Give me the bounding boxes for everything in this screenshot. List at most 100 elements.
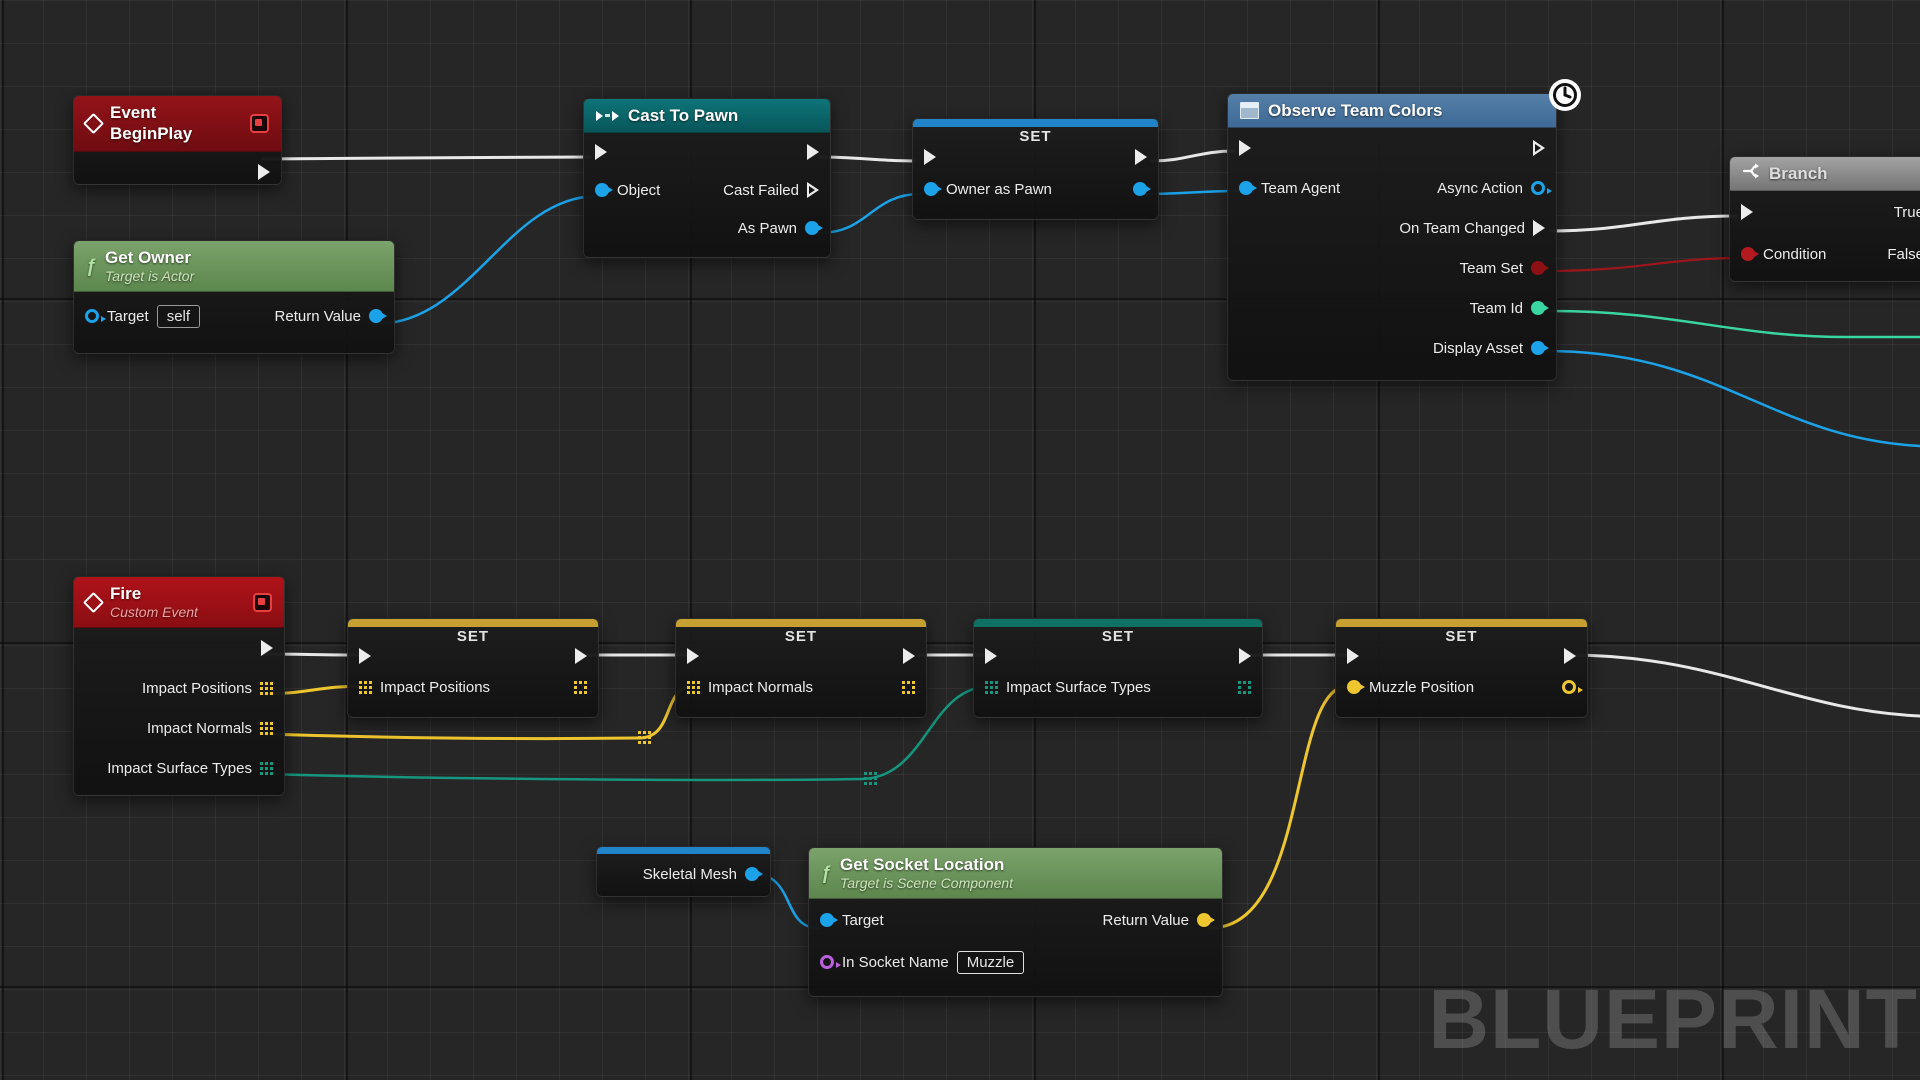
function-icon: ƒ xyxy=(86,257,96,275)
in-socket-name-label: In Socket Name xyxy=(842,954,949,971)
set-title: SET xyxy=(974,627,1262,645)
exec-in-pin[interactable] xyxy=(1347,648,1359,664)
exec-out-pin[interactable] xyxy=(1239,648,1251,664)
impact-positions-out-pin[interactable] xyxy=(574,681,587,694)
branch-header[interactable]: Branch xyxy=(1730,157,1920,191)
exec-out-pin[interactable] xyxy=(1533,140,1545,156)
impact-normals-out-pin[interactable] xyxy=(902,681,915,694)
node-title: Get Socket Location xyxy=(840,854,1013,875)
target-value-field[interactable]: self xyxy=(157,305,200,328)
get-owner-header[interactable]: ƒ Get Owner Target is Actor xyxy=(74,241,394,292)
exec-out-pin[interactable] xyxy=(261,640,273,656)
impact-positions-label: Impact Positions xyxy=(142,680,252,697)
impact-positions-pin[interactable] xyxy=(260,682,273,695)
exec-out-pin[interactable] xyxy=(903,648,915,664)
exec-in-pin[interactable] xyxy=(924,149,936,165)
variable-color-bar xyxy=(974,619,1262,627)
node-cast-to-pawn[interactable]: Cast To Pawn Object Cast Failed As Pawn xyxy=(583,98,831,258)
node-title: Branch xyxy=(1769,163,1828,184)
impact-surface-types-pin[interactable] xyxy=(260,762,273,775)
exec-in-pin[interactable] xyxy=(595,144,607,160)
set-title: SET xyxy=(1336,627,1587,645)
in-socket-name-pin[interactable] xyxy=(820,955,834,969)
impact-normals-label: Impact Normals xyxy=(708,679,813,696)
node-set-muzzle-position[interactable]: SET Muzzle Position xyxy=(1335,618,1588,718)
owner-as-pawn-label: Owner as Pawn xyxy=(946,181,1052,198)
condition-label: Condition xyxy=(1763,246,1826,263)
impact-surface-types-out-pin[interactable] xyxy=(1238,681,1251,694)
exec-in-pin[interactable] xyxy=(687,648,699,664)
cast-icon xyxy=(596,111,619,121)
return-value-pin[interactable] xyxy=(369,309,383,323)
branch-false-label: False xyxy=(1887,246,1920,263)
as-pawn-pin[interactable] xyxy=(805,221,819,235)
target-pin[interactable] xyxy=(820,913,834,927)
impact-surface-types-label: Impact Surface Types xyxy=(107,760,252,777)
node-event-beginplay[interactable]: Event BeginPlay xyxy=(73,95,282,185)
cast-failed-pin[interactable] xyxy=(807,182,819,198)
team-set-pin[interactable] xyxy=(1531,261,1545,275)
get-socket-location-header[interactable]: ƒ Get Socket Location Target is Scene Co… xyxy=(809,848,1222,899)
cast-header[interactable]: Cast To Pawn xyxy=(584,99,830,133)
wire-exec-set-owner-to-observe[interactable] xyxy=(1152,151,1234,161)
muzzle-position-in-pin[interactable] xyxy=(1347,680,1361,694)
owner-as-pawn-out-pin[interactable] xyxy=(1133,182,1147,196)
impact-normals-pin[interactable] xyxy=(260,722,273,735)
wire-onteamchanged-to-branch[interactable] xyxy=(1550,216,1736,231)
observe-header[interactable]: Observe Team Colors xyxy=(1228,94,1556,128)
team-agent-pin[interactable] xyxy=(1239,181,1253,195)
node-title: Event BeginPlay xyxy=(110,102,241,145)
on-team-changed-pin[interactable] xyxy=(1533,220,1545,236)
return-value-label: Return Value xyxy=(1103,912,1189,929)
wire-exec-beginplay-to-cast[interactable] xyxy=(262,157,590,159)
node-branch[interactable]: Branch True Condition False xyxy=(1729,156,1920,282)
exec-in-pin[interactable] xyxy=(1741,204,1753,220)
display-asset-pin[interactable] xyxy=(1531,341,1545,355)
return-value-pin[interactable] xyxy=(1197,913,1211,927)
fire-header[interactable]: Fire Custom Event xyxy=(74,577,284,628)
muzzle-position-out-pin[interactable] xyxy=(1562,680,1576,694)
team-id-pin[interactable] xyxy=(1531,301,1545,315)
team-id-label: Team Id xyxy=(1470,300,1523,317)
exec-in-pin[interactable] xyxy=(985,648,997,664)
async-action-pin[interactable] xyxy=(1531,181,1545,195)
wire-getowner-return-to-cast-object[interactable] xyxy=(373,196,596,324)
exec-in-pin[interactable] xyxy=(1239,140,1251,156)
exec-out-pin[interactable] xyxy=(1135,149,1147,165)
node-fire-custom-event[interactable]: Fire Custom Event Impact Positions Impac… xyxy=(73,576,285,796)
owner-as-pawn-in-pin[interactable] xyxy=(924,182,938,196)
wire-teamset-to-condition[interactable] xyxy=(1546,258,1742,271)
exec-out-pin[interactable] xyxy=(807,144,819,160)
node-set-impact-surface-types[interactable]: SET Impact Surface Types xyxy=(973,618,1263,718)
node-get-owner[interactable]: ƒ Get Owner Target is Actor Target self … xyxy=(73,240,395,354)
exec-in-pin[interactable] xyxy=(359,648,371,664)
wire-exec-cast-to-set-owner[interactable] xyxy=(820,157,914,161)
node-set-impact-positions[interactable]: SET Impact Positions xyxy=(347,618,599,718)
node-set-owner-as-pawn[interactable]: SET Owner as Pawn xyxy=(912,118,1159,220)
wire-aspawn-to-set-owner[interactable] xyxy=(820,194,920,233)
node-skeletal-mesh[interactable]: Skeletal Mesh xyxy=(596,846,771,897)
wire-socketlocation-to-muzzle[interactable] xyxy=(1210,686,1348,928)
wire-displayasset-to-edge[interactable] xyxy=(1546,351,1920,446)
node-observe-team-colors[interactable]: Observe Team Colors Team Agent Async Act… xyxy=(1227,93,1557,381)
node-get-socket-location[interactable]: ƒ Get Socket Location Target is Scene Co… xyxy=(808,847,1223,997)
impact-normals-in-pin[interactable] xyxy=(687,681,700,694)
impact-surface-types-in-pin[interactable] xyxy=(985,681,998,694)
wire-exec-muzzle-to-edge[interactable] xyxy=(1568,655,1920,716)
skeletal-mesh-out-pin[interactable] xyxy=(745,867,759,881)
reroute-impact-surface-types[interactable] xyxy=(864,772,877,785)
event-beginplay-header[interactable]: Event BeginPlay xyxy=(74,96,281,152)
variable-color-bar xyxy=(913,119,1158,127)
blueprint-graph-canvas[interactable]: Event BeginPlay ƒ Get Owner Target is Ac… xyxy=(0,0,1920,1080)
wire-teamid-to-edge[interactable] xyxy=(1550,311,1920,337)
reroute-impact-normals[interactable] xyxy=(638,731,651,744)
impact-positions-in-pin[interactable] xyxy=(359,681,372,694)
object-pin[interactable] xyxy=(595,183,609,197)
exec-out-pin[interactable] xyxy=(575,648,587,664)
socket-name-field[interactable]: Muzzle xyxy=(957,951,1025,974)
target-pin[interactable] xyxy=(85,309,99,323)
exec-out-pin[interactable] xyxy=(1564,648,1576,664)
exec-out-pin[interactable] xyxy=(258,164,270,180)
node-set-impact-normals[interactable]: SET Impact Normals xyxy=(675,618,927,718)
condition-pin[interactable] xyxy=(1741,247,1755,261)
